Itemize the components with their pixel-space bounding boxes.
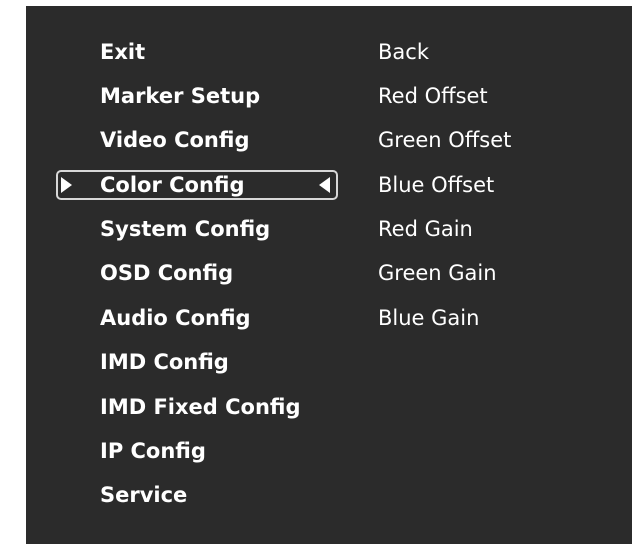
selection-right-arrow-icon [61,177,72,193]
submenu-item-back[interactable]: Back [378,37,429,67]
menu-item-audio-config[interactable]: Audio Config [100,303,251,333]
menu-item-exit[interactable]: Exit [100,37,145,67]
submenu-item-green-gain[interactable]: Green Gain [378,258,497,288]
menu-item-system-config[interactable]: System Config [100,214,270,244]
submenu-item-blue-offset[interactable]: Blue Offset [378,170,494,200]
osd-menu-panel: Exit Marker Setup Video Config Color Con… [26,6,632,544]
submenu-item-blue-gain[interactable]: Blue Gain [378,303,479,333]
menu-item-service[interactable]: Service [100,480,187,510]
main-menu: Exit Marker Setup Video Config Color Con… [26,6,366,544]
menu-item-ip-config[interactable]: IP Config [100,436,206,466]
submenu-item-green-offset[interactable]: Green Offset [378,125,511,155]
menu-item-osd-config[interactable]: OSD Config [100,258,233,288]
menu-item-imd-fixed-config[interactable]: IMD Fixed Config [100,392,301,422]
selection-left-arrow-icon [319,177,330,193]
menu-item-imd-config[interactable]: IMD Config [100,347,229,377]
menu-item-video-config[interactable]: Video Config [100,125,249,155]
submenu-item-red-gain[interactable]: Red Gain [378,214,473,244]
color-config-submenu: Back Red Offset Green Offset Blue Offset… [378,6,632,544]
menu-item-marker-setup[interactable]: Marker Setup [100,81,260,111]
menu-item-color-config[interactable]: Color Config [100,170,245,200]
submenu-item-red-offset[interactable]: Red Offset [378,81,488,111]
